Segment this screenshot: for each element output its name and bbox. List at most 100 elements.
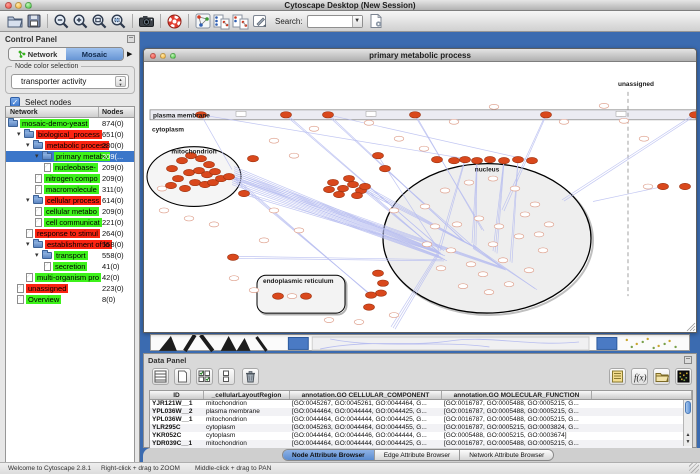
table-cell[interactable]: YJR121W__1 [150,400,204,408]
network-node[interactable] [177,157,188,163]
network-node[interactable] [366,292,377,298]
chevron-down-icon[interactable]: ▼ [352,16,362,27]
unselect-attributes-button[interactable] [218,368,235,385]
attribute-list-button[interactable] [609,368,626,385]
tree-row[interactable]: ▾establishment of lo558(0) [6,239,134,250]
table-row[interactable]: YKR052Ccytoplasm[GO:0044464, GO:0044446,… [150,432,692,440]
expand-arrow-icon[interactable]: ▾ [26,195,33,206]
scrollbar-thumb[interactable] [685,401,691,414]
network-canvas[interactable]: plasma membranecytoplasmmitochondrionnuc… [144,62,696,332]
table-cell[interactable]: [GO:0016787, GO:0005215, GO:0003824, G..… [442,424,592,432]
network-node[interactable] [166,182,177,188]
network-node[interactable] [180,185,191,191]
network-node[interactable] [301,293,312,299]
table-cell[interactable]: mitochondrion [204,416,290,424]
table-cell[interactable]: [GO:0044464, GO:0044446, GO:0044444, G..… [290,432,442,440]
tree-row[interactable]: nitrogen compo209(0) [6,173,134,184]
network-node[interactable] [658,183,669,189]
tab-network-attribute-browser[interactable]: Network Attribute Browser [460,450,553,460]
attribute-matrix-button[interactable] [675,368,692,385]
zoom-fit-button[interactable] [90,12,109,31]
network-node[interactable] [190,179,201,185]
table-scrollbar[interactable]: ▲ ▼ [683,400,692,446]
network-node[interactable] [239,190,250,196]
save-session-button[interactable] [24,12,43,31]
tree-row[interactable]: ▾primary metabo209(... [6,151,134,162]
color-attribute-dropdown[interactable]: transporter activity ▲▼ [11,74,129,89]
expand-arrow-icon[interactable]: ▾ [35,151,42,162]
close-button[interactable] [150,53,156,59]
tab-node-attribute-browser[interactable]: Node Attribute Browser [283,450,375,460]
table-column-header[interactable]: _cellularLayoutRegion [204,391,290,399]
minimize-button[interactable] [15,2,22,9]
table-cell[interactable]: YPL036W__2 [150,408,204,416]
table-cell[interactable]: cytoplasm [204,432,290,440]
network-node[interactable] [324,186,335,192]
table-cell[interactable]: [GO:0016787, GO:0005488, GO:0005215, G..… [442,416,592,424]
new-attribute-button[interactable] [174,368,191,385]
tree-row[interactable]: ▾biological_process651(0) [6,129,134,140]
network-node[interactable] [527,157,538,163]
table-cell[interactable]: YLR295C [150,424,204,432]
table-row[interactable]: YLR295Ccytoplasm[GO:0045263, GO:0044464,… [150,424,692,432]
tree-row[interactable]: unassigned223(0) [6,283,134,294]
zoom-in-button[interactable] [71,12,90,31]
filter-button[interactable] [231,12,250,31]
background-window[interactable] [150,334,690,351]
dropdown-stepper-icon[interactable]: ▲▼ [115,76,126,87]
table-column-header[interactable]: annotation.GO MOLECULAR_FUNCTION [442,391,592,399]
table-cell[interactable]: [GO:0045267, GO:0045261, GO:0044464, G..… [290,400,442,408]
tab-edge-attribute-browser[interactable]: Edge Attribute Browser [375,450,460,460]
table-cell[interactable]: [GO:0016787, GO:0005488, GO:0005215, G..… [442,400,592,408]
table-cell[interactable]: [GO:0016787, GO:0005488, GO:0005215, G..… [442,440,592,448]
float-panel-icon[interactable] [127,35,135,43]
zoom-out-button[interactable] [52,12,71,31]
tree-row[interactable]: secretion41(0) [6,261,134,272]
network-node[interactable] [432,156,443,162]
network-node[interactable] [449,157,460,163]
network-node[interactable] [460,156,471,162]
scroll-down-icon[interactable]: ▼ [684,439,692,446]
network-node[interactable] [173,175,184,181]
tree-row[interactable]: ▾transport558(0) [6,250,134,261]
resize-grip[interactable] [689,463,699,473]
expand-arrow-icon[interactable]: ▾ [26,140,33,151]
table-cell[interactable]: YKR052C [150,432,204,440]
table-cell[interactable]: [GO:0045263, GO:0044464, GO:0044455, G..… [290,424,442,432]
network-node[interactable] [334,191,345,197]
network-node[interactable] [373,152,384,158]
tab-network[interactable]: Network [9,48,66,60]
tab-overflow-arrow[interactable]: ▶ [127,50,132,58]
network-node[interactable] [167,165,178,171]
window-resize-grip[interactable] [693,329,695,331]
tree-row[interactable]: multi-organism pro42(0) [6,272,134,283]
network-graph[interactable]: plasma membranecytoplasmmitochondrionnuc… [144,62,696,332]
network-node[interactable] [472,157,483,163]
network-node[interactable] [248,155,259,161]
zoom-window-button[interactable] [25,2,32,9]
function-builder-button[interactable]: f(x) [631,368,648,385]
network-node[interactable] [364,304,375,310]
network-node[interactable] [410,112,421,118]
select-attributes-button[interactable] [196,368,213,385]
network-node[interactable] [224,173,235,179]
table-row[interactable]: YPL036W__1mitochondrion[GO:0044464, GO:0… [150,416,692,424]
network-node[interactable] [380,165,391,171]
network-node[interactable] [541,112,552,118]
network-node[interactable] [328,179,339,185]
float-panel-icon[interactable] [684,356,692,364]
table-row[interactable]: YPL036W__2plasma membrane[GO:0044464, GO… [150,408,692,416]
tree-row[interactable]: cellular metabo209(0) [6,206,134,217]
network-node[interactable] [281,112,292,118]
network-node[interactable] [184,169,195,175]
network-node[interactable] [360,183,371,189]
close-button[interactable] [5,2,12,9]
minimize-button[interactable] [160,53,166,59]
network-node[interactable] [344,175,355,181]
network-node[interactable] [378,280,389,286]
expand-arrow-icon[interactable]: ▾ [35,250,42,261]
network-node[interactable] [228,254,239,260]
table-cell[interactable]: YPL036W__1 [150,416,204,424]
network-node[interactable] [373,270,384,276]
network-node[interactable] [210,168,221,174]
